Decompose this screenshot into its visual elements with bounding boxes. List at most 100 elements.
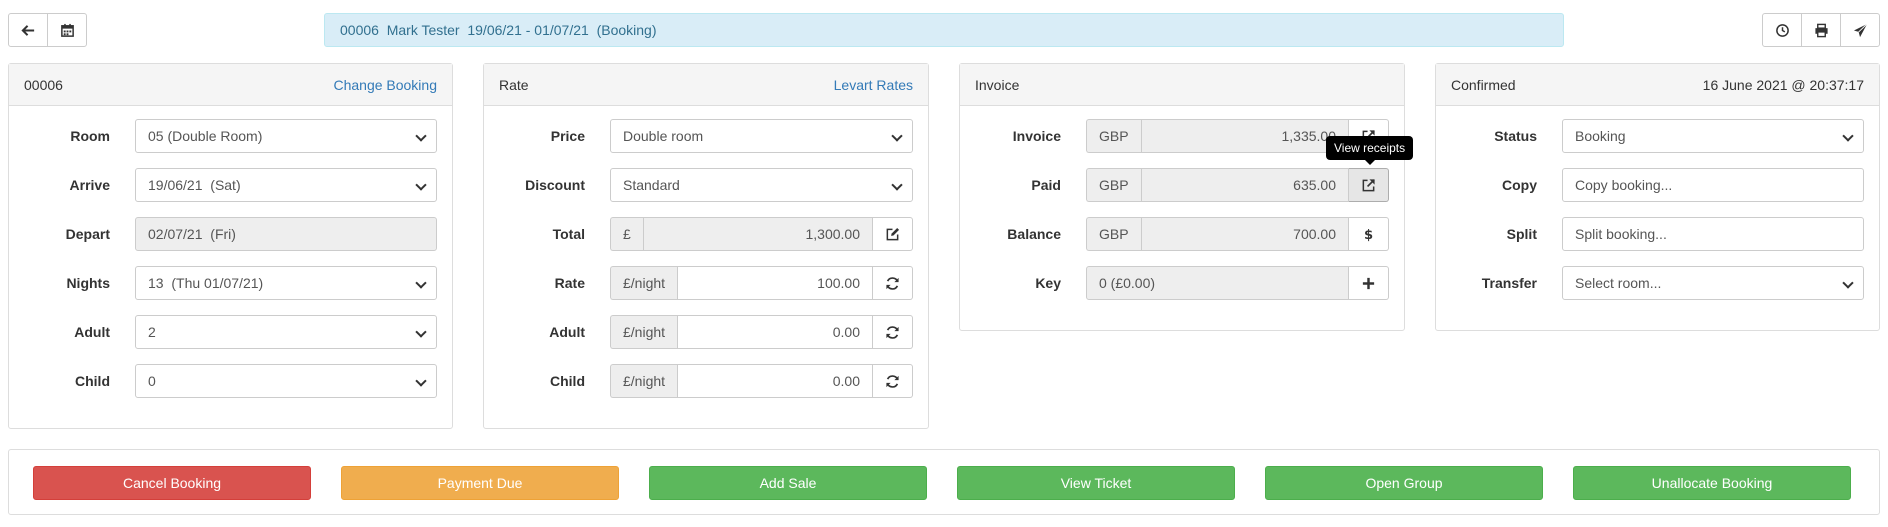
change-booking-link[interactable]: Change Booking — [333, 77, 437, 93]
booking-title-bar: 00006 Mark Tester 19/06/21 - 01/07/21 (B… — [324, 13, 1564, 47]
refresh-adult-button[interactable] — [873, 315, 913, 349]
adult-rate-label: Adult — [549, 324, 585, 340]
balance-label: Balance — [1007, 226, 1061, 242]
add-key-button[interactable] — [1349, 266, 1389, 300]
child-select[interactable]: 0 — [135, 364, 437, 398]
nights-select[interactable]: 13 (Thu 01/07/21) — [135, 266, 437, 300]
child-rate-input[interactable]: 0.00 — [677, 364, 873, 398]
split-booking-field[interactable]: Split booking... — [1562, 217, 1864, 251]
discount-row: Discount Standard — [484, 168, 928, 202]
adult-row: Adult 2 — [9, 315, 452, 349]
status-row: Status Booking — [1436, 119, 1879, 153]
depart-label: Depart — [65, 226, 110, 242]
refresh-icon — [886, 276, 899, 290]
refresh-icon — [886, 325, 899, 339]
invoice-panel-heading: Invoice — [960, 64, 1404, 106]
rate-panel: Rate Levart Rates Price Double room Disc… — [483, 63, 929, 429]
pay-balance-button[interactable]: $ — [1349, 217, 1389, 251]
depart-field: 02/07/21 (Fri) — [135, 217, 437, 251]
status-select[interactable]: Booking — [1562, 119, 1864, 153]
dollar-icon: $ — [1364, 228, 1373, 242]
nav-button-group — [8, 13, 87, 47]
key-label: Key — [1035, 275, 1061, 291]
split-row: Split Split booking... — [1436, 217, 1879, 251]
adult-select[interactable]: 2 — [135, 315, 437, 349]
rate-panel-heading: Rate Levart Rates — [484, 64, 928, 106]
levart-rates-link[interactable]: Levart Rates — [834, 77, 913, 93]
add-sale-button[interactable]: Add Sale — [649, 466, 927, 500]
transfer-row: Transfer Select room... — [1436, 266, 1879, 300]
arrive-select[interactable]: 19/06/21 (Sat) — [135, 168, 437, 202]
child-rate-label: Child — [550, 373, 585, 389]
child-unit-addon: £/night — [610, 364, 678, 398]
cancel-booking-button[interactable]: Cancel Booking — [33, 466, 311, 500]
room-row: Room 05 (Double Room) — [9, 119, 452, 153]
status-panel-heading: Confirmed 16 June 2021 @ 20:37:17 — [1436, 64, 1879, 106]
total-row: Total £ 1,300.00 — [484, 217, 928, 251]
copy-booking-field[interactable]: Copy booking... — [1562, 168, 1864, 202]
view-receipts-tooltip: View receipts — [1326, 136, 1414, 165]
calendar-button[interactable] — [47, 13, 87, 47]
invoice-panel: Invoice Invoice GBP 1,335.00 Paid GBP 63… — [959, 63, 1405, 331]
balance-currency-addon: GBP — [1086, 217, 1141, 251]
view-ticket-button[interactable]: View Ticket — [957, 466, 1235, 500]
refresh-rate-button[interactable] — [873, 266, 913, 300]
unallocate-booking-button[interactable]: Unallocate Booking — [1573, 466, 1851, 500]
arrive-row: Arrive 19/06/21 (Sat) — [9, 168, 452, 202]
nights-row: Nights 13 (Thu 01/07/21) — [9, 266, 452, 300]
booking-panel: 00006 Change Booking Room 05 (Double Roo… — [8, 63, 453, 429]
plus-icon — [1362, 277, 1375, 289]
key-row: Key 0 (£0.00) — [960, 266, 1404, 300]
price-label: Price — [550, 128, 585, 144]
paid-row: Paid GBP 635.00 — [960, 168, 1404, 202]
send-button[interactable] — [1840, 13, 1880, 47]
send-icon — [1853, 23, 1867, 37]
discount-label: Discount — [525, 177, 585, 193]
adult-rate-input[interactable]: 0.00 — [677, 315, 873, 349]
status-panel: Confirmed 16 June 2021 @ 20:37:17 Status… — [1435, 63, 1880, 331]
price-select[interactable]: Double room — [610, 119, 913, 153]
rate-input[interactable]: 100.00 — [677, 266, 873, 300]
arrow-left-icon — [20, 24, 34, 36]
view-receipts-button[interactable] — [1349, 168, 1389, 202]
invoice-label: Invoice — [1012, 128, 1061, 144]
refresh-child-button[interactable] — [873, 364, 913, 398]
room-select[interactable]: 05 (Double Room) — [135, 119, 437, 153]
copy-row: Copy Copy booking... — [1436, 168, 1879, 202]
arrive-label: Arrive — [69, 177, 110, 193]
discount-select[interactable]: Standard — [610, 168, 913, 202]
open-group-button[interactable]: Open Group — [1265, 466, 1543, 500]
calendar-icon — [60, 23, 74, 37]
adult-rate-row: Adult £/night 0.00 — [484, 315, 928, 349]
edit-total-button[interactable] — [873, 217, 913, 251]
key-field: 0 (£0.00) — [1086, 266, 1349, 300]
balance-amount-field: 700.00 — [1140, 217, 1349, 251]
invoice-amount-field: 1,335.00 — [1140, 119, 1349, 153]
child-row: Child 0 — [9, 364, 452, 398]
transfer-label: Transfer — [1481, 275, 1537, 291]
transfer-room-select[interactable]: Select room... — [1562, 266, 1864, 300]
price-row: Price Double room — [484, 119, 928, 153]
balance-row: Balance GBP 700.00 $ — [960, 217, 1404, 251]
copy-label: Copy — [1502, 177, 1537, 193]
print-button[interactable] — [1801, 13, 1841, 47]
total-field: 1,300.00 — [642, 217, 873, 251]
booking-panel-heading: 00006 Change Booking — [9, 64, 452, 106]
history-button[interactable] — [1762, 13, 1802, 47]
print-icon — [1814, 23, 1828, 37]
invoice-currency-addon: GBP — [1086, 119, 1141, 153]
paid-amount-field: 635.00 — [1140, 168, 1349, 202]
tools-button-group — [1762, 13, 1880, 47]
child-label: Child — [75, 373, 110, 389]
status-label: Status — [1494, 128, 1537, 144]
rate-unit-addon: £/night — [610, 266, 678, 300]
invoice-panel-title: Invoice — [975, 76, 1020, 93]
paid-currency-addon: GBP — [1086, 168, 1141, 202]
nights-label: Nights — [66, 275, 110, 291]
confirmation-status: Confirmed — [1451, 76, 1516, 93]
payment-due-button[interactable]: Payment Due — [341, 466, 619, 500]
back-button[interactable] — [8, 13, 48, 47]
depart-row: Depart 02/07/21 (Fri) — [9, 217, 452, 251]
rate-label: Rate — [554, 275, 585, 291]
refresh-icon — [886, 374, 899, 388]
